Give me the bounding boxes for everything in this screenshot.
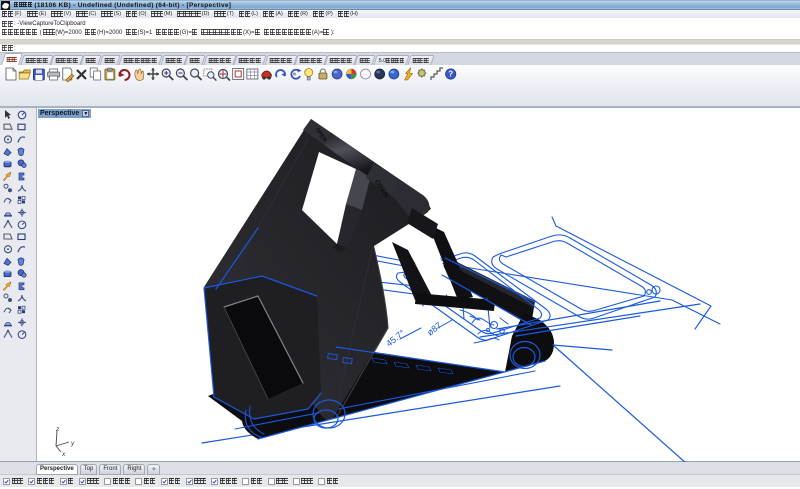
- svg-text:z: z: [55, 426, 60, 433]
- svg-text:x: x: [61, 451, 66, 456]
- svg-text:y: y: [70, 440, 75, 447]
- svg-text:ø87: ø87: [425, 320, 443, 337]
- svg-text:45.7°: 45.7°: [384, 327, 407, 348]
